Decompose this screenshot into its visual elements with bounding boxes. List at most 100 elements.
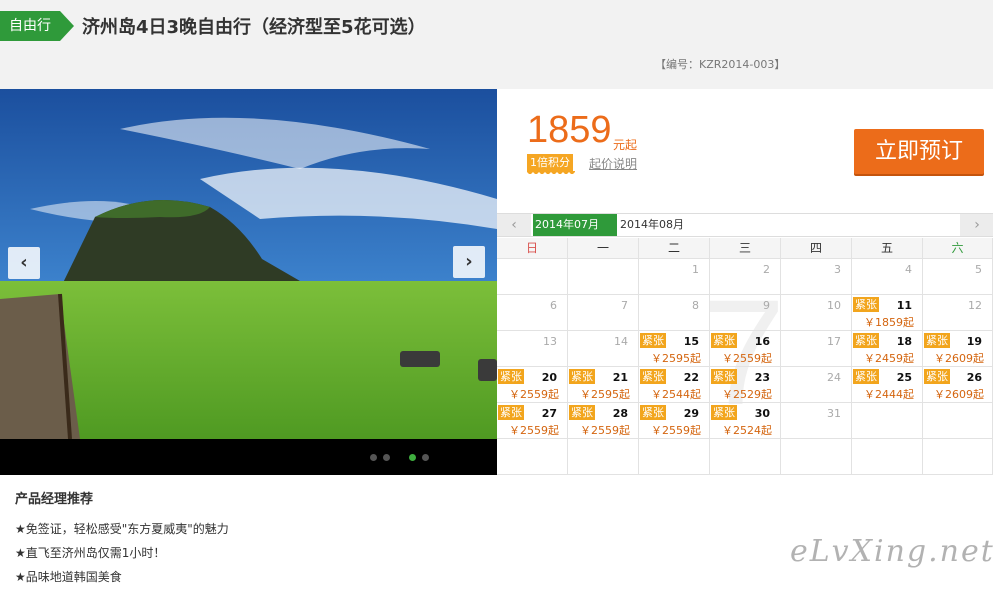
carousel-dot[interactable] (422, 454, 429, 461)
day-price: ￥2559起 (580, 424, 630, 437)
day-price: ￥2559起 (509, 424, 559, 437)
day-number: 9 (763, 299, 770, 312)
recommendation-item: ★免签证，轻松感受"东方夏威夷"的魅力 (15, 522, 229, 536)
limited-badge: 紧张 (711, 333, 737, 348)
carousel-prev-button[interactable]: ‹ (8, 247, 40, 279)
calendar-day-cell: 7 (568, 295, 639, 331)
calendar-day-cell: 12 (923, 295, 993, 331)
day-price: ￥1859起 (864, 316, 914, 329)
category-tag[interactable]: 自由行 (0, 11, 74, 41)
limited-badge: 紧张 (853, 369, 879, 384)
calendar-day-cell: 5 (923, 259, 993, 295)
day-price: ￥2595起 (651, 352, 701, 365)
price-note-link[interactable]: 起价说明 (589, 155, 637, 172)
calendar-day-cell: 8 (639, 295, 710, 331)
calendar-day-cell: 31 (781, 403, 852, 439)
calendar-day-cell[interactable]: 21 紧张 ￥2595起 (568, 367, 639, 403)
calendar-empty-cell (568, 439, 639, 475)
day-number: 23 (754, 371, 770, 384)
chevron-right-icon: › (974, 217, 980, 233)
points-badge: 1倍积分 (527, 154, 573, 172)
calendar-day-cell[interactable]: 29 紧张 ￥2559起 (639, 403, 710, 439)
calendar-day-cell[interactable]: 27 紧张 ￥2559起 (497, 403, 568, 439)
category-tag-arrow (60, 11, 74, 41)
limited-badge: 紧张 (569, 369, 595, 384)
day-price: ￥2609起 (934, 388, 984, 401)
day-price: ￥2524起 (722, 424, 772, 437)
departure-calendar: ‹ 2014年07月 2014年08月 › 日一二三四五六 7 12345678… (497, 213, 993, 475)
weekday-label: 四 (781, 238, 852, 259)
day-number: 15 (683, 335, 699, 348)
calendar-day-cell: 6 (497, 295, 568, 331)
calendar-empty-cell (497, 259, 568, 295)
calendar-prev-button[interactable]: ‹ (497, 214, 531, 236)
limited-badge: 紧张 (711, 405, 737, 420)
day-number: 29 (683, 407, 699, 420)
carousel-dot[interactable] (370, 454, 377, 461)
day-number: 14 (614, 335, 628, 348)
calendar-empty-cell (852, 403, 923, 439)
weekday-label: 五 (852, 238, 923, 259)
calendar-day-cell[interactable]: 11 紧张 ￥1859起 (852, 295, 923, 331)
carousel-dot[interactable] (383, 454, 390, 461)
day-number: 13 (543, 335, 557, 348)
day-number: 1 (692, 263, 699, 276)
calendar-empty-cell (923, 439, 993, 475)
limited-badge: 紧张 (498, 405, 524, 420)
calendar-day-cell: 9 (710, 295, 781, 331)
calendar-day-cell[interactable]: 20 紧张 ￥2559起 (497, 367, 568, 403)
weekday-label: 六 (923, 238, 993, 259)
price-unit: 元起 (613, 138, 638, 152)
calendar-day-cell[interactable]: 18 紧张 ￥2459起 (852, 331, 923, 367)
day-number: 18 (896, 335, 912, 348)
carousel-dot-active[interactable] (409, 454, 416, 461)
weekday-label: 日 (497, 238, 568, 259)
recommendation-item: ★直飞至济州岛仅需1小时！ (15, 546, 166, 560)
calendar-day-cell[interactable]: 30 紧张 ￥2524起 (710, 403, 781, 439)
product-title: 济州岛4日3晚自由行（经济型至5花可选） (82, 17, 426, 38)
month-tab-july[interactable]: 2014年07月 (533, 214, 617, 236)
photo-carousel[interactable]: ‹ › (0, 89, 497, 439)
day-price: ￥2444起 (864, 388, 914, 401)
book-now-button[interactable]: 立即预订 (854, 129, 984, 174)
month-tab-august[interactable]: 2014年08月 (618, 214, 708, 236)
limited-badge: 紧张 (640, 369, 666, 384)
day-price: ￥2609起 (934, 352, 984, 365)
carousel-next-button[interactable]: › (453, 246, 485, 278)
day-number: 20 (541, 371, 557, 384)
day-number: 6 (550, 299, 557, 312)
recommendation-title: 产品经理推荐 (15, 492, 94, 507)
calendar-day-cell: 24 (781, 367, 852, 403)
product-header: 自由行 济州岛4日3晚自由行（经济型至5花可选） 【编号：KZR2014-003… (0, 0, 993, 89)
calendar-weekday-header: 日一二三四五六 (497, 238, 993, 259)
day-number: 11 (896, 299, 912, 312)
calendar-day-cell[interactable]: 22 紧张 ￥2544起 (639, 367, 710, 403)
calendar-empty-cell (568, 259, 639, 295)
limited-badge: 紧张 (498, 369, 524, 384)
calendar-day-cell: 4 (852, 259, 923, 295)
day-number: 5 (975, 263, 982, 276)
day-number: 2 (763, 263, 770, 276)
calendar-day-cell[interactable]: 25 紧张 ￥2444起 (852, 367, 923, 403)
price-value: 1859 (527, 109, 612, 151)
chevron-left-icon: ‹ (511, 217, 517, 233)
calendar-day-cell[interactable]: 16 紧张 ￥2559起 (710, 331, 781, 367)
day-number: 26 (966, 371, 982, 384)
day-number: 8 (692, 299, 699, 312)
calendar-day-cell[interactable]: 15 紧张 ￥2595起 (639, 331, 710, 367)
calendar-day-cell[interactable]: 28 紧张 ￥2559起 (568, 403, 639, 439)
limited-badge: 紧张 (924, 369, 950, 384)
calendar-day-cell[interactable]: 19 紧张 ￥2609起 (923, 331, 993, 367)
calendar-grid: 7 1 2 3 4 5 6 7 8 9 10 11 紧张 ￥1859起 12 13 14 15 紧张 ￥2595起 1… (497, 259, 993, 475)
day-price: ￥2459起 (864, 352, 914, 365)
limited-badge: 紧张 (711, 369, 737, 384)
day-price: ￥2559起 (722, 352, 772, 365)
limited-badge: 紧张 (569, 405, 595, 420)
carousel-indicators (0, 439, 497, 475)
day-number: 30 (754, 407, 770, 420)
calendar-day-cell[interactable]: 26 紧张 ￥2609起 (923, 367, 993, 403)
site-watermark: eLvXing.net (790, 534, 993, 569)
calendar-next-button[interactable]: › (960, 214, 993, 236)
calendar-day-cell[interactable]: 23 紧张 ￥2529起 (710, 367, 781, 403)
day-number: 12 (968, 299, 982, 312)
